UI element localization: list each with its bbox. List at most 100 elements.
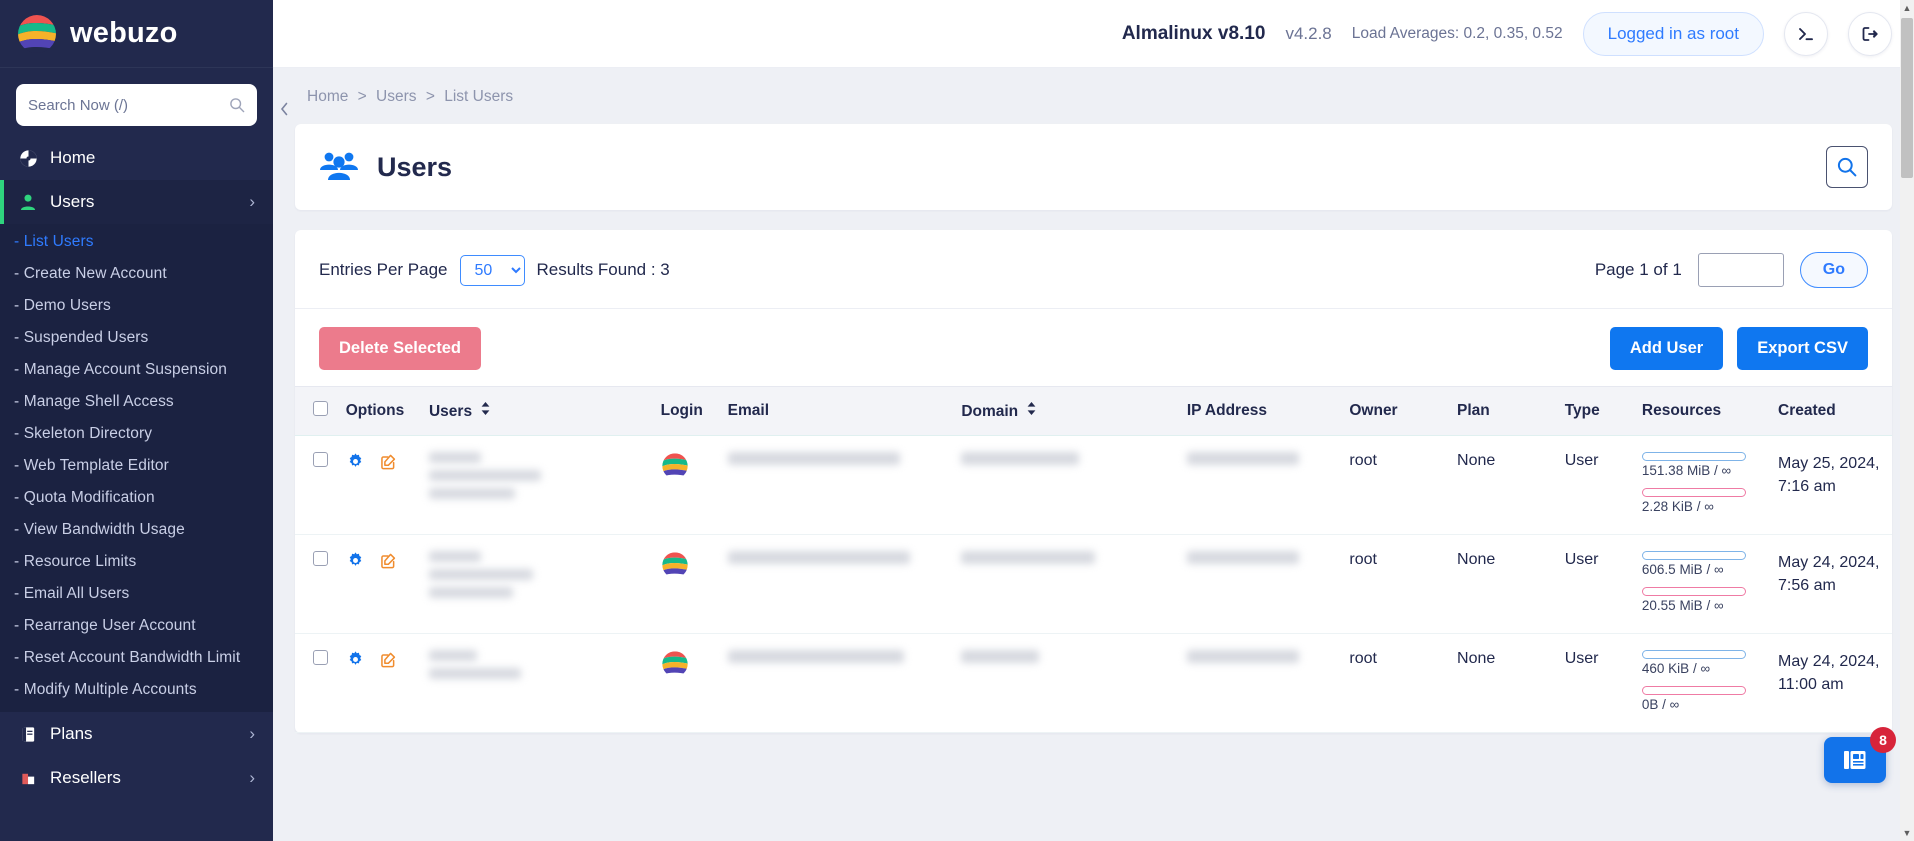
chevron-left-icon xyxy=(280,102,287,116)
row-checkbox[interactable] xyxy=(313,452,328,467)
resellers-icon xyxy=(18,768,38,788)
actions-row: Delete Selected Add User Export CSV xyxy=(295,309,1892,386)
sidebar-collapse-toggle[interactable] xyxy=(273,96,295,122)
search-box[interactable] xyxy=(16,84,257,126)
add-user-button[interactable]: Add User xyxy=(1609,327,1724,370)
sidebar-subitem-web-template-editor[interactable]: - Web Template Editor xyxy=(0,450,273,482)
sidebar-subitem-skeleton-directory[interactable]: - Skeleton Directory xyxy=(0,418,273,450)
row-domain-cell xyxy=(955,633,1181,733)
logged-in-button[interactable]: Logged in as root xyxy=(1582,11,1764,56)
page-of-label: Page 1 of 1 xyxy=(1594,260,1682,279)
breadcrumb-item-home[interactable]: Home xyxy=(307,88,348,105)
edit-icon[interactable] xyxy=(379,650,398,674)
row-options-cell xyxy=(339,534,423,634)
edit-icon[interactable] xyxy=(379,452,398,476)
webuzo-logo-icon xyxy=(16,13,58,55)
sidebar-item-label: Users xyxy=(50,192,95,211)
search-input[interactable] xyxy=(28,96,229,114)
sidebar-item-label: Plans xyxy=(50,724,93,743)
results-found-label: Results Found : 3 xyxy=(536,260,670,279)
entries-per-page-select[interactable]: 10 25 50 100 xyxy=(459,254,525,286)
sidebar-subitem-label: Skeleton Directory xyxy=(23,425,153,442)
dashboard-icon xyxy=(18,148,38,168)
export-csv-button[interactable]: Export CSV xyxy=(1737,327,1868,370)
bandwidth-usage-meter: 2.28 KiB / ∞ xyxy=(1641,488,1766,514)
bandwidth-usage-meter: 0B / ∞ xyxy=(1641,686,1766,712)
row-created-cell: May 25, 2024, 7:16 am xyxy=(1772,435,1892,535)
sidebar-item-resellers[interactable]: Resellers › xyxy=(0,756,273,800)
sidebar-item-home[interactable]: Home xyxy=(0,136,273,180)
gear-icon[interactable] xyxy=(346,551,365,575)
redacted-username xyxy=(428,650,649,679)
gear-icon[interactable] xyxy=(346,650,365,674)
redacted-username xyxy=(428,452,649,499)
scroll-up-arrow[interactable]: ▲ xyxy=(1900,0,1914,16)
row-user-cell xyxy=(422,435,655,535)
th-users[interactable]: Users xyxy=(422,386,655,436)
row-email-cell xyxy=(721,435,956,535)
row-created-cell: May 24, 2024, 7:56 am xyxy=(1772,534,1892,634)
dash: - xyxy=(14,521,20,538)
th-domain[interactable]: Domain xyxy=(955,386,1181,436)
breadcrumb-item-list-users: List Users xyxy=(444,88,514,105)
row-login-cell[interactable] xyxy=(654,435,722,535)
entries-per-page-label: Entries Per Page xyxy=(319,260,448,279)
page-number-input[interactable] xyxy=(1697,253,1784,287)
row-checkbox[interactable] xyxy=(313,650,328,665)
sidebar-subitem-list-users[interactable]: - List Users xyxy=(0,226,273,258)
sidebar-item-plans[interactable]: Plans › xyxy=(0,712,273,756)
entries-left: Entries Per Page 10 25 50 100 Results Fo… xyxy=(319,254,670,286)
row-login-cell[interactable] xyxy=(654,633,722,733)
logout-button[interactable] xyxy=(1848,11,1892,56)
row-type-cell: User xyxy=(1558,534,1636,634)
row-select-cell xyxy=(295,534,340,634)
sort-updown-icon[interactable] xyxy=(481,401,490,418)
sidebar: webuzo Search Now (/) Home Users › - Lis… xyxy=(0,0,273,841)
sidebar-subitem-label: Reset Account Bandwidth Limit xyxy=(23,649,241,666)
table-row: root None User 460 KiB / ∞ 0B / ∞ May 24… xyxy=(295,633,1892,733)
sidebar-subitem-manage-shell-access[interactable]: - Manage Shell Access xyxy=(0,386,273,418)
sidebar-item-users[interactable]: Users › xyxy=(0,180,273,224)
users-table-body: root None User 151.38 MiB / ∞ 2.28 KiB /… xyxy=(295,435,1892,733)
sidebar-subitem-resource-limits[interactable]: - Resource Limits xyxy=(0,546,273,578)
sidebar-subitem-demo-users[interactable]: - Demo Users xyxy=(0,290,273,322)
sidebar-subitem-modify-multiple-accounts[interactable]: - Modify Multiple Accounts xyxy=(0,674,273,706)
sidebar-subitem-quota-modification[interactable]: - Quota Modification xyxy=(0,482,273,514)
webuzo-login-icon[interactable] xyxy=(661,651,689,682)
row-login-cell[interactable] xyxy=(654,534,722,634)
row-ip-cell xyxy=(1180,633,1344,733)
breadcrumb-item-users[interactable]: Users xyxy=(376,88,416,105)
select-all-checkbox[interactable] xyxy=(313,401,328,416)
table-row: root None User 151.38 MiB / ∞ 2.28 KiB /… xyxy=(295,435,1892,535)
select-all-header xyxy=(295,386,340,436)
edit-icon[interactable] xyxy=(379,551,398,575)
row-type-cell: User xyxy=(1558,435,1636,535)
delete-selected-button[interactable]: Delete Selected xyxy=(319,327,481,370)
news-feed-button[interactable]: 8 xyxy=(1824,727,1896,783)
webuzo-login-icon[interactable] xyxy=(661,453,689,484)
pagination: Page 1 of 1 Go xyxy=(1595,252,1868,288)
go-button[interactable]: Go xyxy=(1799,252,1868,288)
scrollbar-thumb[interactable] xyxy=(1901,18,1913,178)
dash: - xyxy=(14,457,20,474)
page-search-button[interactable] xyxy=(1826,146,1868,188)
webuzo-login-icon[interactable] xyxy=(661,552,689,583)
app-root: webuzo Search Now (/) Home Users › - Lis… xyxy=(0,0,1914,841)
os-name: Almalinux v8.10 xyxy=(1121,22,1266,44)
sidebar-subitem-create-new-account[interactable]: - Create New Account xyxy=(0,258,273,290)
users-table-header-row: Options Users Login Email Domain IP Addr… xyxy=(295,386,1892,436)
logout-icon xyxy=(1862,26,1878,41)
sidebar-subitem-manage-account-suspension[interactable]: - Manage Account Suspension xyxy=(0,354,273,386)
sidebar-subitem-rearrange-user-account[interactable]: - Rearrange User Account xyxy=(0,610,273,642)
sidebar-subitem-email-all-users[interactable]: - Email All Users xyxy=(0,578,273,610)
row-checkbox[interactable] xyxy=(313,551,328,566)
sort-updown-icon[interactable] xyxy=(1027,401,1036,418)
sidebar-subitem-reset-account-bandwidth-limit[interactable]: - Reset Account Bandwidth Limit xyxy=(0,642,273,674)
brand[interactable]: webuzo xyxy=(0,0,273,68)
sidebar-subitem-suspended-users[interactable]: - Suspended Users xyxy=(0,322,273,354)
page-scrollbar[interactable]: ▲ ▼ xyxy=(1900,0,1914,841)
terminal-button[interactable] xyxy=(1784,11,1828,56)
scroll-down-arrow[interactable]: ▼ xyxy=(1900,825,1914,841)
gear-icon[interactable] xyxy=(346,452,365,476)
sidebar-subitem-view-bandwidth-usage[interactable]: - View Bandwidth Usage xyxy=(0,514,273,546)
